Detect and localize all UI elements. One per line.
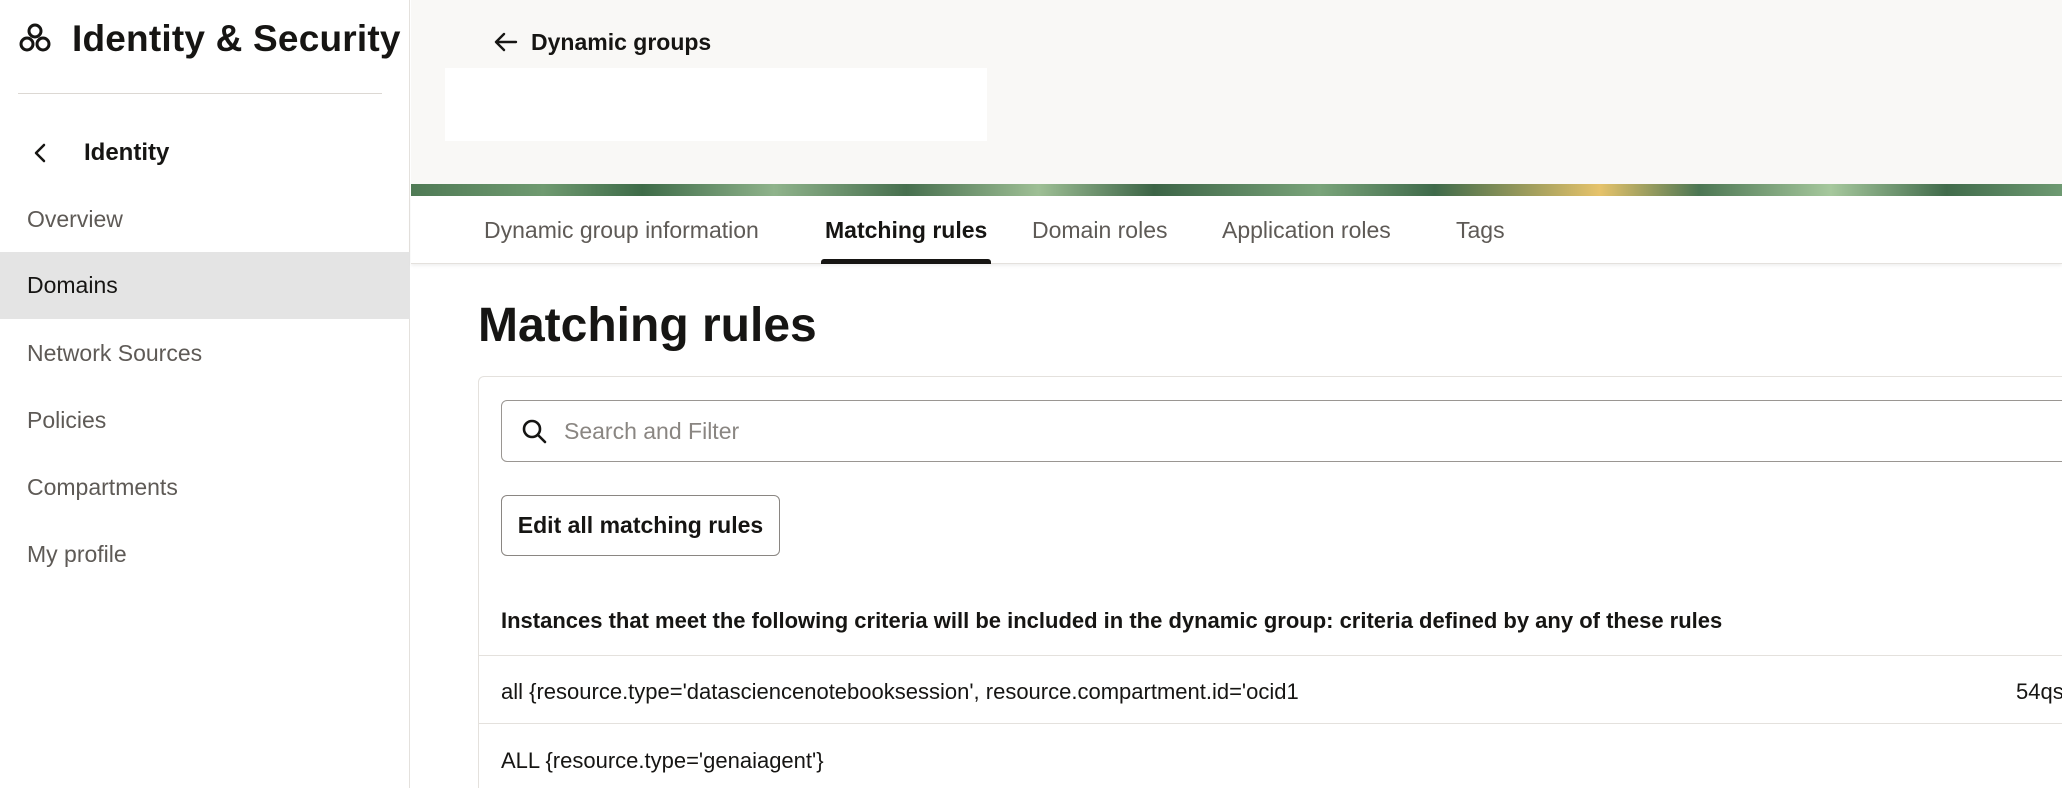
app-title: Identity & Security	[72, 18, 401, 59]
sidebar-item-overview[interactable]: Overview	[0, 186, 410, 253]
sidebar-back-identity[interactable]: Identity	[30, 133, 169, 173]
redacted-title-box	[445, 68, 987, 141]
tab-label: Matching rules	[825, 216, 988, 243]
sidebar-back-label: Identity	[84, 139, 170, 166]
search-filter-box[interactable]	[501, 400, 2062, 462]
page-header: Dynamic groups	[411, 0, 2062, 184]
back-to-dynamic-groups-link[interactable]: Dynamic groups	[493, 24, 711, 60]
sidebar-item-domains[interactable]: Domains	[0, 252, 410, 319]
tab-matching-rules[interactable]: Matching rules	[821, 196, 992, 264]
rule-row-2: ALL {resource.type='genaiagent'}	[501, 748, 824, 773]
tab-label: Domain roles	[1032, 216, 1168, 243]
active-tab-indicator	[821, 259, 992, 264]
tab-bar: Dynamic group information Matching rules…	[411, 196, 2062, 264]
section-title: Matching rules	[478, 299, 817, 352]
tab-application-roles[interactable]: Application roles	[1222, 196, 1391, 264]
rule-divider	[478, 723, 2062, 724]
app-header: Identity & Security	[18, 14, 401, 64]
search-input[interactable]	[564, 417, 2062, 445]
search-icon	[522, 419, 547, 444]
sidebar-item-compartments[interactable]: Compartments	[0, 454, 410, 521]
sidebar-divider	[18, 93, 382, 94]
rule-row-1-trailing: 54qs	[2016, 679, 2062, 704]
rule-row-1: all {resource.type='datasciencenotebooks…	[501, 679, 1299, 704]
chevron-left-icon	[30, 143, 50, 163]
oci-identity-logo-icon	[19, 23, 51, 52]
edit-all-matching-rules-button[interactable]: Edit all matching rules	[501, 495, 780, 556]
tab-tags[interactable]: Tags	[1456, 196, 1505, 264]
rule-divider	[478, 655, 2062, 656]
tab-label: Dynamic group information	[484, 216, 759, 243]
tab-dynamic-group-information[interactable]: Dynamic group information	[484, 196, 759, 264]
tab-label: Application roles	[1222, 216, 1391, 243]
criteria-description: Instances that meet the following criter…	[501, 608, 1723, 633]
sidebar-item-network-sources[interactable]: Network Sources	[0, 320, 410, 387]
arrow-left-icon	[494, 32, 518, 52]
decorative-banner	[411, 184, 2062, 196]
sidebar-item-my-profile[interactable]: My profile	[0, 521, 410, 588]
tab-label: Tags	[1456, 216, 1505, 243]
sidebar-item-policies[interactable]: Policies	[0, 387, 410, 454]
back-link-label: Dynamic groups	[531, 28, 712, 55]
sidebar: Identity & Security Identity Overview Do…	[0, 0, 410, 788]
tab-domain-roles[interactable]: Domain roles	[1032, 196, 1168, 264]
